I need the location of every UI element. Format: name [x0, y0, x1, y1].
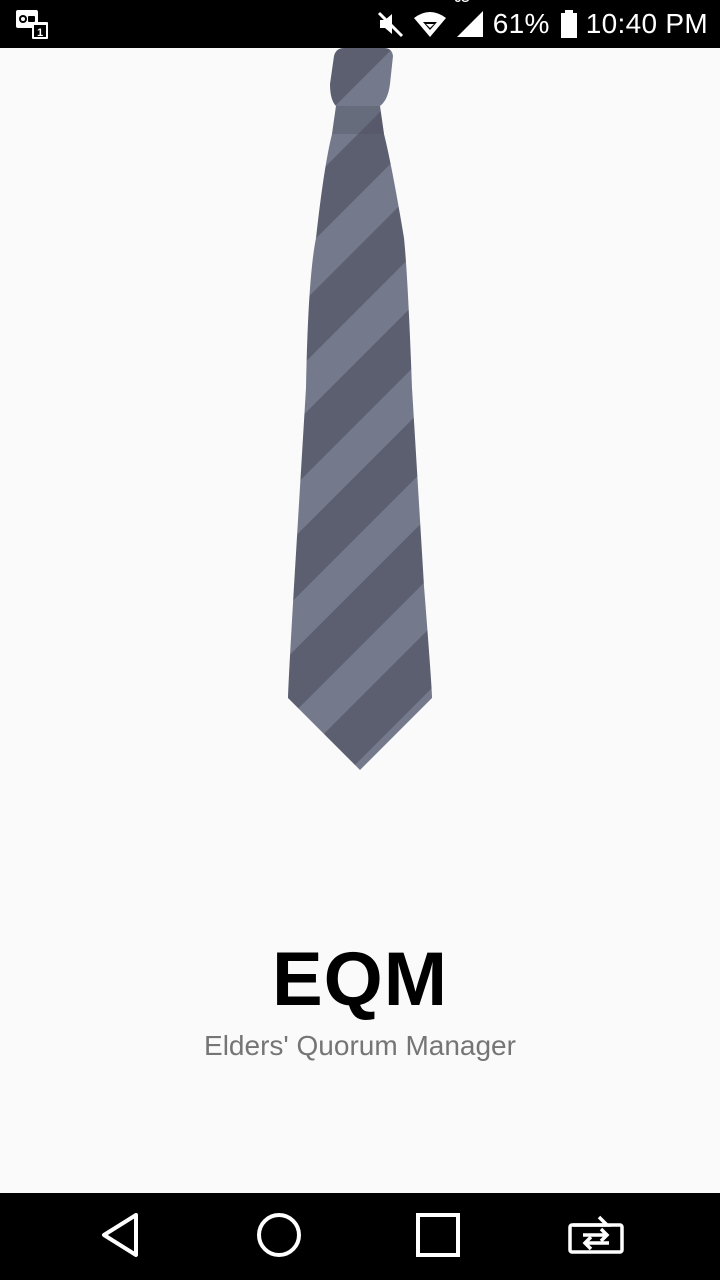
recents-square-icon [414, 1211, 462, 1264]
clock: 10:40 PM [585, 8, 708, 39]
vibrate-mute-icon [375, 9, 405, 39]
navigation-bar [0, 1193, 720, 1280]
back-triangle-icon [98, 1211, 142, 1264]
network-type-label: 3G [455, 0, 470, 5]
app-title: EQM [271, 937, 449, 1022]
switch-app-icon [567, 1215, 625, 1260]
home-circle-icon [255, 1211, 303, 1264]
app-subtitle: Elders' Quorum Manager [204, 1030, 516, 1061]
home-button[interactable] [251, 1211, 307, 1263]
cell-signal-icon: 3G [455, 0, 485, 39]
splash-screen: EQM Elders' Quorum Manager [0, 48, 720, 1193]
necktie-icon [280, 48, 440, 770]
battery-icon [560, 9, 578, 39]
recents-button[interactable] [410, 1211, 466, 1263]
switch-app-button[interactable] [568, 1211, 624, 1263]
back-button[interactable] [92, 1211, 148, 1263]
svg-text:1: 1 [37, 27, 43, 39]
status-bar: 1 3G 61% [0, 0, 720, 48]
voicemail-notification-icon: 1 [14, 8, 50, 40]
wifi-icon [413, 10, 447, 38]
battery-percent: 61% [492, 8, 550, 39]
